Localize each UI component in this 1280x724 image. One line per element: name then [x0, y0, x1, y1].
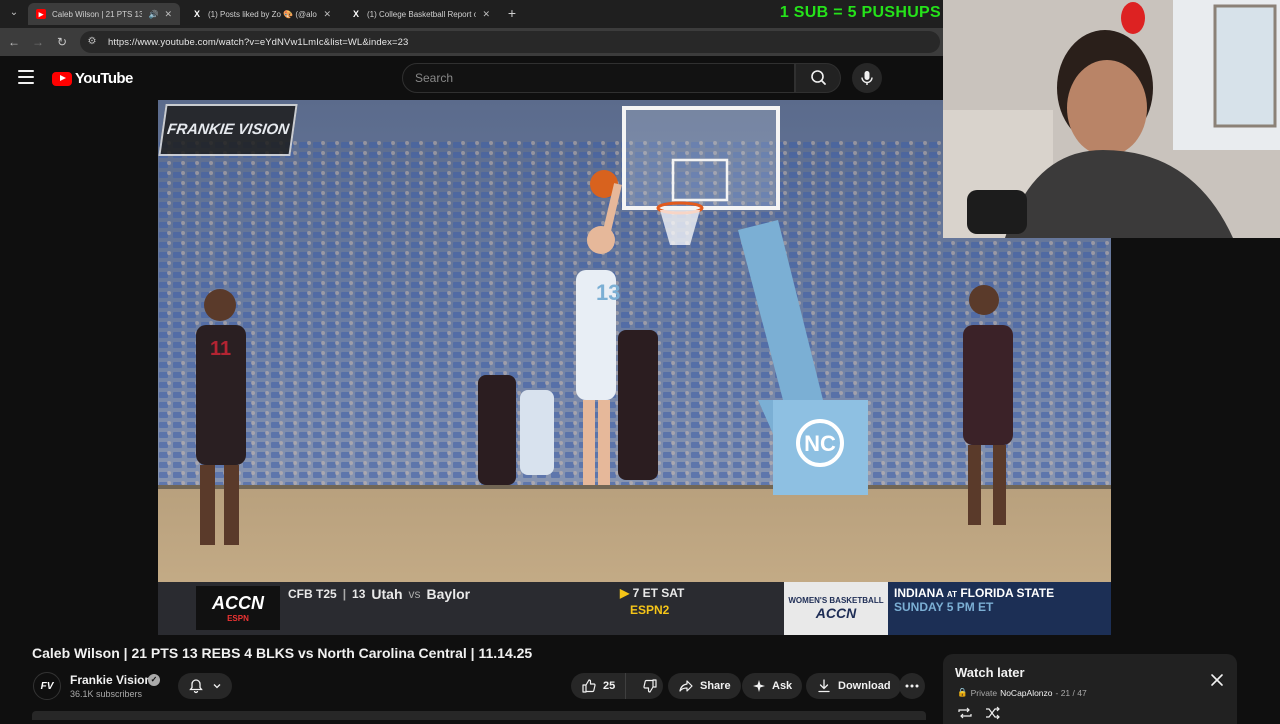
watch-later-panel: Watch later 🔒 Private NoCapAlonzo - 21 /…: [943, 654, 1237, 724]
tab-youtube[interactable]: ▸ Caleb Wilson | 21 PTS 13 RE 🔊 ✕: [28, 3, 180, 25]
close-tab-icon[interactable]: ✕: [323, 9, 331, 20]
womens-bb-promo: INDIANA AT FLORIDA STATE SUNDAY 5 PM ET: [888, 582, 1111, 635]
close-icon: [1211, 674, 1223, 686]
loop-button[interactable]: [957, 706, 973, 720]
sparkle-icon: [753, 680, 765, 692]
tab-title: Caleb Wilson | 21 PTS 13 RE: [52, 9, 143, 19]
description-box[interactable]: [32, 711, 926, 720]
download-label: Download: [838, 680, 891, 692]
thumbs-up-icon: [582, 679, 596, 693]
loop-icon: [958, 707, 972, 719]
shuffle-button[interactable]: [985, 706, 1001, 720]
channel-name[interactable]: Frankie Vision: [70, 673, 152, 687]
playlist-meta: 🔒 Private NoCapAlonzo - 21 / 47: [957, 687, 1087, 698]
youtube-header: YouTube Search: [0, 56, 943, 100]
ticker-channel: ESPN2: [630, 603, 670, 617]
thumbs-down-icon: [643, 679, 657, 693]
search-button[interactable]: [795, 63, 841, 93]
chevron-down-icon: [213, 684, 221, 689]
tab-title: (1) College Basketball Report o: [367, 9, 477, 19]
ask-label: Ask: [772, 680, 793, 692]
like-button[interactable]: 25: [571, 673, 627, 699]
jersey-number: 11: [210, 338, 232, 360]
youtube-favicon-icon: ▸: [36, 9, 46, 19]
browser-toolbar: ← → ↻ ⚙ https://www.youtube.com/watch?v=…: [0, 28, 943, 56]
download-icon: [818, 679, 830, 693]
speaker-icon[interactable]: 🔊: [148, 10, 158, 19]
address-bar[interactable]: ⚙ https://www.youtube.com/watch?v=eYdNVw…: [80, 31, 940, 53]
more-horizontal-icon: [905, 684, 919, 688]
close-playlist-button[interactable]: [1209, 672, 1225, 688]
tab-x-likes[interactable]: X (1) Posts liked by Zo 🎨 (@alon ✕: [184, 3, 339, 25]
tab-search-icon[interactable]: ⌄: [6, 5, 22, 21]
close-tab-icon[interactable]: ✕: [482, 9, 490, 20]
search-input[interactable]: Search: [402, 63, 795, 93]
more-actions-button[interactable]: [899, 673, 925, 699]
search-icon: [811, 70, 826, 85]
verified-check-icon: ✓: [148, 674, 160, 686]
youtube-play-icon: [52, 71, 72, 86]
tab-title: (1) Posts liked by Zo 🎨 (@alon: [208, 9, 318, 19]
close-tab-icon[interactable]: ✕: [164, 9, 172, 20]
playlist-owner[interactable]: NoCapAlonzo: [1000, 688, 1052, 698]
like-dislike-group: 25: [571, 673, 663, 699]
site-info-icon[interactable]: ⚙: [86, 36, 98, 48]
video-title: Caleb Wilson | 21 PTS 13 REBS 4 BLKS vs …: [32, 645, 533, 661]
sub-pushups-banner: 1 SUB = 5 PUSHUPS: [755, 0, 943, 26]
share-icon: [679, 680, 693, 692]
channel-avatar[interactable]: FV: [33, 672, 61, 700]
ticker-game: CFB T25 | 13 Utah vs Baylor: [288, 586, 471, 602]
forward-arrow-icon[interactable]: →: [30, 34, 46, 50]
frankie-vision-watermark: FRANKIE VISION: [158, 104, 298, 156]
download-button[interactable]: Download: [806, 673, 901, 699]
subscriber-count: 36.1K subscribers: [70, 689, 143, 699]
url-text[interactable]: https://www.youtube.com/watch?v=eYdNVw1L…: [108, 37, 408, 48]
shuffle-icon: [986, 706, 1000, 720]
webcam-frame: [943, 0, 1280, 238]
back-arrow-icon[interactable]: ←: [6, 34, 22, 50]
like-count: 25: [603, 680, 616, 692]
score-ticker: ACCN ESPN CFB T25 | 13 Utah vs Baylor ▶ …: [158, 582, 1111, 635]
playlist-privacy: Private: [970, 687, 998, 698]
accn-logo: ACCN ESPN: [196, 586, 280, 630]
ask-button[interactable]: Ask: [742, 673, 803, 699]
microphone-icon: [861, 71, 873, 85]
playlist-position: - 21 / 47: [1055, 687, 1087, 698]
youtube-logo[interactable]: YouTube: [52, 70, 133, 87]
notifications-button[interactable]: [178, 673, 232, 699]
playlist-title[interactable]: Watch later: [955, 665, 1025, 680]
menu-icon[interactable]: [18, 70, 34, 84]
x-favicon-icon: X: [352, 9, 359, 19]
tab-x-cbb-report[interactable]: X (1) College Basketball Report o ✕: [343, 3, 498, 25]
womens-bb-promo-logo: WOMEN'S BASKETBALL ACCN: [784, 582, 888, 635]
bell-icon: [189, 679, 203, 694]
x-favicon-icon: X: [193, 9, 200, 19]
streamer-webcam: [943, 0, 1280, 238]
ticker-time: ▶ 7 ET SAT: [620, 586, 685, 600]
lock-icon: 🔒: [957, 687, 968, 697]
reload-icon[interactable]: ↻: [54, 34, 70, 50]
voice-search-button[interactable]: [852, 63, 882, 93]
youtube-logo-text: YouTube: [75, 70, 133, 87]
svg-text:NC: NC: [804, 431, 836, 456]
dislike-button[interactable]: [632, 673, 668, 699]
new-tab-button[interactable]: +: [503, 4, 521, 22]
jersey-number: 13: [596, 280, 621, 305]
share-label: Share: [700, 680, 731, 692]
share-button[interactable]: Share: [668, 673, 741, 699]
